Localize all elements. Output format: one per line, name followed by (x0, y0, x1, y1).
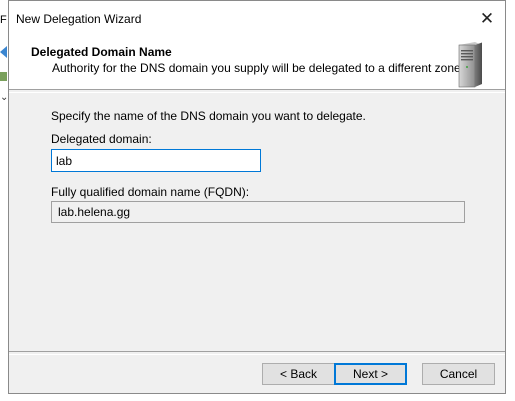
footer-divider (9, 351, 505, 355)
cancel-button[interactable]: Cancel (422, 363, 495, 385)
page-title: Delegated Domain Name (31, 45, 172, 59)
background-text-fragment: F (0, 14, 7, 26)
new-delegation-wizard-dialog: New Delegation Wizard ✕ Delegated Domain… (8, 0, 506, 394)
wizard-header: Delegated Domain Name Authority for the … (9, 37, 505, 89)
fqdn-field: lab.helena.gg (51, 201, 465, 223)
close-button[interactable]: ✕ (469, 1, 505, 37)
close-icon: ✕ (479, 9, 495, 28)
header-divider (9, 89, 505, 93)
fqdn-label: Fully qualified domain name (FQDN): (51, 185, 250, 199)
next-button[interactable]: Next > (334, 363, 407, 385)
back-arrow-icon (0, 46, 7, 58)
title-bar[interactable]: New Delegation Wizard ✕ (9, 1, 505, 37)
instruction-text: Specify the name of the DNS domain you w… (51, 109, 366, 123)
server-icon (458, 42, 482, 88)
back-button[interactable]: < Back (262, 363, 335, 385)
delegated-domain-input[interactable] (51, 149, 261, 172)
delegated-domain-label: Delegated domain: (51, 132, 152, 146)
page-subtitle: Authority for the DNS domain you supply … (52, 61, 465, 75)
window-title: New Delegation Wizard (16, 12, 142, 26)
tree-node-icon (0, 72, 7, 81)
background-app-strip: F ⌄ (0, 0, 8, 401)
